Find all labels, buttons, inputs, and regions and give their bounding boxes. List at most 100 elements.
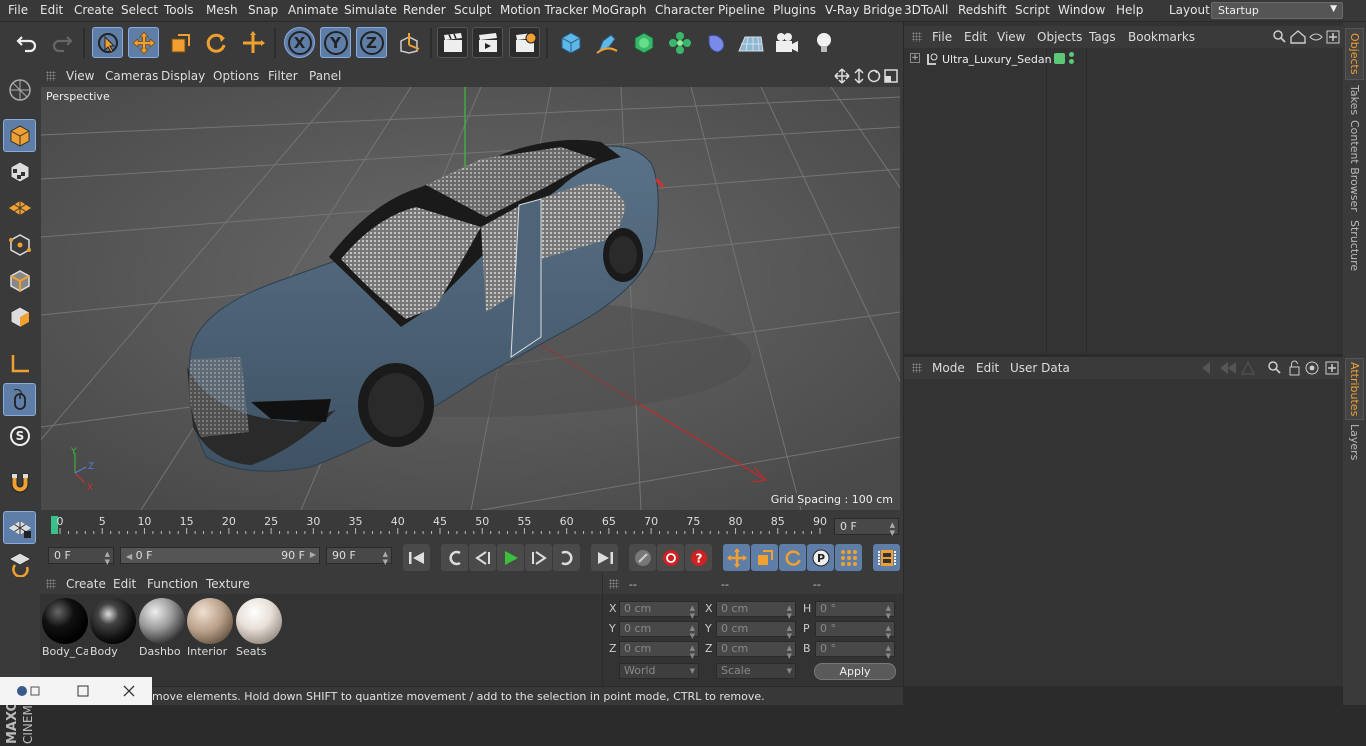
size-y-field[interactable]: 0 cm ▲ ▼	[716, 621, 796, 640]
menu-animate[interactable]: Animate	[288, 3, 338, 17]
size-z-field[interactable]: 0 cm ▲ ▼	[716, 641, 796, 660]
render-picture-viewer-button[interactable]	[472, 27, 503, 58]
layout-select[interactable]: Startup ▼	[1211, 2, 1343, 19]
menu-motion-tracker[interactable]: Motion Tracker	[500, 3, 588, 17]
light-object-button[interactable]	[808, 27, 839, 58]
object-menu-edit[interactable]: Edit	[964, 30, 987, 44]
model-mode-button[interactable]	[3, 119, 36, 152]
play-button[interactable]	[497, 544, 524, 571]
texture-mode-button[interactable]	[3, 155, 36, 188]
menu-mograph[interactable]: MoGraph	[592, 3, 647, 17]
tab-attributes[interactable]: Attributes	[1345, 358, 1364, 420]
viewport-nav-icons[interactable]	[834, 68, 900, 84]
menu-snap[interactable]: Snap	[248, 3, 278, 17]
layer-color-swatch[interactable]	[1054, 53, 1065, 64]
tab-content-browser[interactable]: Content Browser	[1345, 120, 1364, 212]
frame-range-slider[interactable]: ◀ 0 F 90 F ▶	[120, 547, 320, 564]
tweak-mode-button[interactable]	[3, 383, 36, 416]
material-item[interactable]: Body_Ca	[42, 598, 88, 658]
viewport-menu-panel[interactable]: Panel	[309, 69, 341, 83]
key-point-level-button[interactable]	[835, 544, 862, 571]
material-item[interactable]: Dashbo	[139, 598, 185, 658]
points-mode-button[interactable]	[3, 228, 36, 261]
object-menu-view[interactable]: View	[997, 30, 1025, 44]
viewport-menu-cameras[interactable]: Cameras	[105, 69, 158, 83]
tab-layers[interactable]: Layers	[1345, 422, 1364, 462]
tab-structure[interactable]: Structure	[1345, 218, 1364, 274]
render-view-button[interactable]	[437, 27, 468, 58]
autokeying-button[interactable]	[657, 544, 684, 571]
viewport-3d-canvas[interactable]: Y Z X Perspective Grid Spacing : 100 cm	[41, 87, 900, 510]
object-panel-icons[interactable]	[1272, 29, 1342, 45]
apply-button[interactable]: Apply	[814, 663, 896, 680]
lock-x-axis-button[interactable]: X	[284, 27, 315, 58]
attribute-menu-mode[interactable]: Mode	[932, 361, 965, 375]
app-icon[interactable]	[17, 686, 27, 696]
make-editable-button[interactable]	[3, 73, 36, 106]
menu-3dtoall[interactable]: 3DToAll	[904, 3, 948, 17]
enable-axis-button[interactable]	[3, 347, 36, 380]
rotate-tool-button[interactable]	[200, 27, 231, 58]
material-menu-function[interactable]: Function	[147, 577, 198, 591]
planar-workplane-button[interactable]	[3, 547, 36, 580]
material-menu-texture[interactable]: Texture	[206, 577, 250, 591]
tab-takes[interactable]: Takes	[1345, 82, 1364, 118]
rot-b-field[interactable]: 0 ° ▲ ▼	[815, 641, 895, 660]
record-active-objects-button[interactable]	[629, 544, 656, 571]
menu-tools[interactable]: Tools	[164, 3, 194, 17]
material-item[interactable]: Seats	[236, 598, 282, 658]
menu-file[interactable]: File	[8, 3, 28, 17]
timeline-ruler[interactable]: 0 5 10 15 20 25 30 35 40 45 50 55 60 65 70 75 80 85 90 0 F…	[40, 512, 903, 540]
pos-z-field[interactable]: 0 cm ▲ ▼	[619, 641, 699, 660]
material-item[interactable]: Body	[90, 598, 136, 658]
object-menu-bookmarks[interactable]: Bookmarks	[1128, 30, 1195, 44]
render-settings-button[interactable]	[509, 27, 540, 58]
timeline-window-button[interactable]	[873, 544, 900, 571]
go-to-end-button[interactable]	[591, 544, 618, 571]
key-position-button[interactable]	[723, 544, 750, 571]
scale-tool-button[interactable]	[164, 27, 195, 58]
viewport-menu-filter[interactable]: Filter	[268, 69, 298, 83]
menu-select[interactable]: Select	[121, 3, 158, 17]
object-row[interactable]: + Ultra_Luxury_Sedan	[908, 52, 1344, 69]
menu-vray-bridge[interactable]: V-Ray Bridge	[825, 3, 902, 17]
camera-object-button[interactable]	[771, 27, 802, 58]
maximize-icon[interactable]	[77, 685, 89, 697]
restore-icon[interactable]	[30, 686, 40, 696]
transform-tool-button[interactable]	[237, 27, 268, 58]
polygons-mode-button[interactable]	[3, 300, 36, 333]
tab-objects[interactable]: Objects	[1345, 28, 1364, 80]
cube-object-button[interactable]	[555, 27, 586, 58]
attribute-panel-icons[interactable]	[1200, 360, 1342, 376]
size-x-field[interactable]: 0 cm ▲ ▼	[716, 601, 796, 620]
menu-edit[interactable]: Edit	[40, 3, 63, 17]
pen-tool-button[interactable]	[591, 27, 622, 58]
coordinate-system-button[interactable]	[393, 27, 424, 58]
menu-pipeline[interactable]: Pipeline	[718, 3, 765, 17]
attribute-menu-user-data[interactable]: User Data	[1010, 361, 1070, 375]
solo-button[interactable]: S	[3, 419, 36, 452]
expand-icon[interactable]: +	[910, 53, 920, 63]
menu-sculpt[interactable]: Sculpt	[454, 3, 491, 17]
object-menu-tags[interactable]: Tags	[1089, 30, 1116, 44]
viewport-menu-view[interactable]: View	[66, 69, 94, 83]
live-selection-button[interactable]	[92, 27, 123, 58]
menu-create[interactable]: Create	[74, 3, 114, 17]
floor-object-button[interactable]	[734, 27, 765, 58]
deformer-button[interactable]	[700, 27, 731, 58]
key-parameter-button[interactable]: P	[807, 544, 834, 571]
lock-z-axis-button[interactable]: Z	[356, 27, 387, 58]
go-to-start-button[interactable]	[403, 544, 430, 571]
redo-button[interactable]	[46, 27, 77, 58]
workplane-lock-button[interactable]	[3, 511, 36, 544]
start-frame-field[interactable]: 0 F ▲ ▼	[48, 547, 114, 566]
keyframe-selection-button[interactable]: ?	[685, 544, 712, 571]
coordinate-space-dropdown[interactable]: World ▼	[619, 663, 699, 679]
menu-window[interactable]: Window	[1058, 3, 1105, 17]
current-frame-field[interactable]: 0 F ▲ ▼	[834, 518, 899, 537]
viewport-menu-options[interactable]: Options	[213, 69, 259, 83]
menu-plugins[interactable]: Plugins	[773, 3, 816, 17]
cloner-button[interactable]	[664, 27, 695, 58]
pos-x-field[interactable]: 0 cm ▲ ▼	[619, 601, 699, 620]
material-item[interactable]: Interior	[187, 598, 233, 658]
